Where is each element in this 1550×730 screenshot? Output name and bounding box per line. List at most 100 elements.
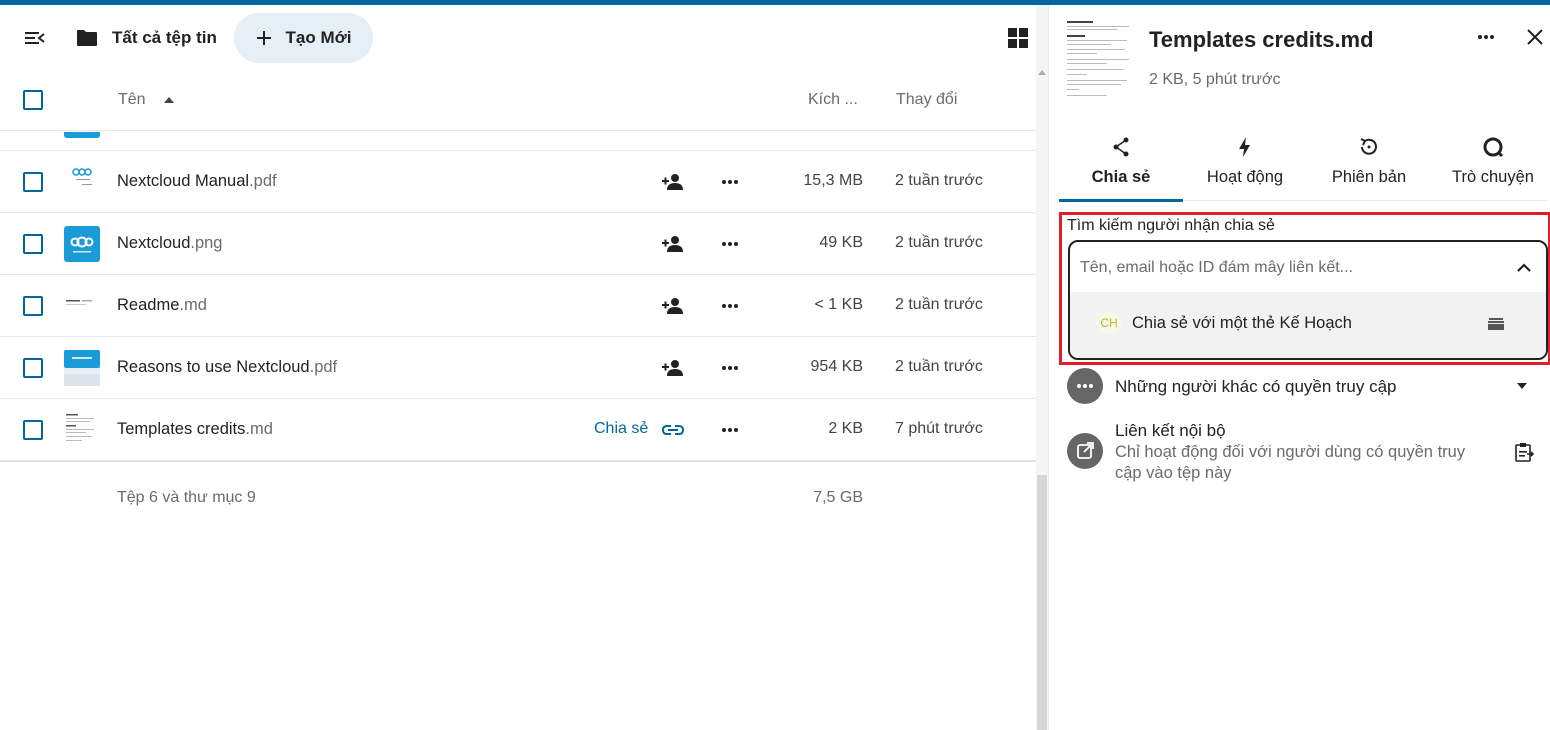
table-row[interactable]: Nextcloud.png 49 KB 2 tuần trước: [0, 213, 1036, 275]
more-actions-icon[interactable]: [718, 358, 742, 378]
more-actions-icon[interactable]: [718, 420, 742, 440]
chat-icon: [1483, 137, 1504, 158]
new-button[interactable]: Tạo Mới: [234, 13, 373, 63]
sharee-search-label: Tìm kiếm người nhận chia sẻ: [1067, 217, 1275, 234]
column-name-label: Tên: [118, 91, 146, 108]
external-link-icon: [1067, 433, 1103, 469]
sharee-search-dropdown: CH Chia sẻ với một thẻ Kế Hoạch: [1068, 240, 1548, 360]
chevron-up-icon[interactable]: [1514, 258, 1534, 278]
file-modified: 2 tuần trước: [895, 234, 983, 251]
more-horizontal-icon: [1067, 368, 1103, 404]
lightning-icon: [1239, 137, 1250, 157]
sort-ascending-icon: [164, 96, 175, 103]
file-modified: 7 phút trước: [895, 420, 983, 437]
file-size: 2 KB: [828, 420, 863, 437]
internal-link-description: Chỉ hoạt động đối với người dùng có quyề…: [1115, 443, 1466, 482]
file-modified: 2 tuần trước: [895, 296, 983, 313]
breadcrumb-all-files[interactable]: Tất cả tệp tin: [76, 23, 217, 53]
file-size: < 1 KB: [814, 296, 863, 313]
grid-view-icon[interactable]: [1006, 26, 1030, 50]
file-name[interactable]: Nextcloud.png: [117, 234, 223, 253]
share-person-add-icon[interactable]: [661, 172, 685, 192]
table-row[interactable]: Nextcloud Manual.pdf 15,3 MB 2 tuần trướ…: [0, 151, 1036, 213]
caret-down-icon[interactable]: [1517, 383, 1527, 389]
markdown-thumbnail: [64, 288, 100, 324]
more-actions-icon[interactable]: [718, 234, 742, 254]
table-row[interactable]: Readme.md < 1 KB 2 tuần trước: [0, 275, 1036, 337]
pdf-thumbnail: [64, 350, 100, 386]
partial-row-thumbnail: [64, 132, 100, 138]
option-label: Chia sẻ với một thẻ Kế Hoạch: [1132, 314, 1352, 332]
tab-label: Hoạt động: [1206, 168, 1284, 186]
file-modified: 2 tuần trước: [895, 172, 983, 189]
tab-activity[interactable]: Hoạt động: [1183, 131, 1307, 201]
tab-label: Trò chuyện: [1452, 168, 1534, 186]
markdown-thumbnail: [64, 412, 100, 448]
share-icon: [1113, 137, 1129, 157]
row-checkbox[interactable]: [23, 296, 43, 316]
inbox-icon: [1486, 314, 1506, 334]
file-name[interactable]: Readme.md: [117, 296, 207, 315]
row-checkbox[interactable]: [23, 420, 43, 440]
share-person-add-icon[interactable]: [661, 296, 685, 316]
toggle-navigation-icon[interactable]: [22, 27, 48, 49]
internal-link-title: Liên kết nội bộ: [1115, 421, 1226, 440]
plus-icon: [256, 31, 271, 45]
clipboard-copy-icon[interactable]: [1513, 441, 1535, 463]
sharee-search-input[interactable]: [1080, 256, 1480, 280]
table-row[interactable]: Reasons to use Nextcloud.pdf 954 KB 2 tu…: [0, 337, 1036, 399]
share-person-add-icon[interactable]: [661, 234, 685, 254]
row-checkbox[interactable]: [23, 234, 43, 254]
summary-size: 7,5 GB: [813, 489, 863, 506]
column-name-header[interactable]: Tên: [118, 91, 176, 109]
option-avatar: CH: [1096, 312, 1122, 334]
files-header: Tất cả tệp tin Tạo Mới: [0, 5, 1036, 71]
select-all-checkbox[interactable]: [23, 90, 43, 110]
share-person-add-icon[interactable]: [661, 358, 685, 378]
file-size: 49 KB: [819, 234, 863, 251]
folder-icon: [77, 30, 97, 46]
details-sidebar: Templates credits.md 2 KB, 5 phút trước …: [1048, 5, 1550, 730]
tab-label: Phiên bản: [1331, 168, 1407, 186]
breadcrumb-label: Tất cả tệp tin: [112, 28, 217, 47]
row-checkbox[interactable]: [23, 358, 43, 378]
table-summary: Tệp 6 và thư mục 9 7,5 GB: [0, 461, 1036, 523]
tab-label: Chia sẻ: [1091, 168, 1151, 186]
pdf-thumbnail: [64, 164, 100, 200]
file-size: 15,3 MB: [803, 172, 863, 189]
tab-sharing[interactable]: Chia sẻ: [1059, 131, 1183, 202]
file-list-panel: Tất cả tệp tin Tạo Mới Tên Kích ... Thay…: [0, 5, 1036, 730]
more-actions-icon[interactable]: [718, 296, 742, 316]
file-name[interactable]: Nextcloud Manual.pdf: [117, 172, 277, 191]
file-name[interactable]: Reasons to use Nextcloud.pdf: [117, 358, 337, 377]
history-icon: [1360, 138, 1377, 155]
scrollbar-thumb[interactable]: [1037, 475, 1047, 730]
shared-label[interactable]: Chia sẻ: [594, 420, 648, 438]
sidebar-more-icon[interactable]: [1475, 29, 1497, 45]
file-size: 954 KB: [810, 358, 863, 375]
sidebar-file-title: Templates credits.md: [1149, 27, 1374, 52]
table-header: Tên Kích ... Thay đổi: [0, 71, 1036, 131]
sidebar-file-subtitle: 2 KB, 5 phút trước: [1149, 71, 1281, 88]
close-icon[interactable]: [1525, 27, 1545, 47]
internal-link: Liên kết nội bộ Chỉ hoạt động đối với ng…: [1067, 421, 1547, 491]
row-checkbox[interactable]: [23, 172, 43, 192]
image-thumbnail: [64, 226, 100, 262]
sidebar-tabs: Chia sẻ Hoạt động Phiên bản Trò chuyện: [1059, 131, 1550, 202]
others-label: Những người khác có quyền truy cập: [1115, 377, 1397, 396]
file-preview-thumbnail: [1063, 17, 1135, 103]
others-with-access[interactable]: Những người khác có quyền truy cập: [1067, 368, 1547, 408]
table-row[interactable]: Templates credits.md Chia sẻ 2 KB 7 phút…: [0, 399, 1036, 461]
tab-versions[interactable]: Phiên bản: [1307, 131, 1431, 201]
new-button-label: Tạo Mới: [285, 28, 352, 47]
summary-text: Tệp 6 và thư mục 9: [117, 489, 256, 506]
share-with-tag-option[interactable]: CH Chia sẻ với một thẻ Kế Hoạch: [1070, 292, 1546, 358]
column-size-header[interactable]: Kích ...: [808, 91, 858, 109]
link-icon[interactable]: [661, 420, 685, 440]
tab-chat[interactable]: Trò chuyện: [1431, 131, 1550, 201]
scroll-up-arrow-icon[interactable]: [1038, 70, 1046, 75]
file-modified: 2 tuần trước: [895, 358, 983, 375]
column-modified-header[interactable]: Thay đổi: [896, 91, 957, 109]
file-name[interactable]: Templates credits.md: [117, 420, 273, 439]
more-actions-icon[interactable]: [718, 172, 742, 192]
